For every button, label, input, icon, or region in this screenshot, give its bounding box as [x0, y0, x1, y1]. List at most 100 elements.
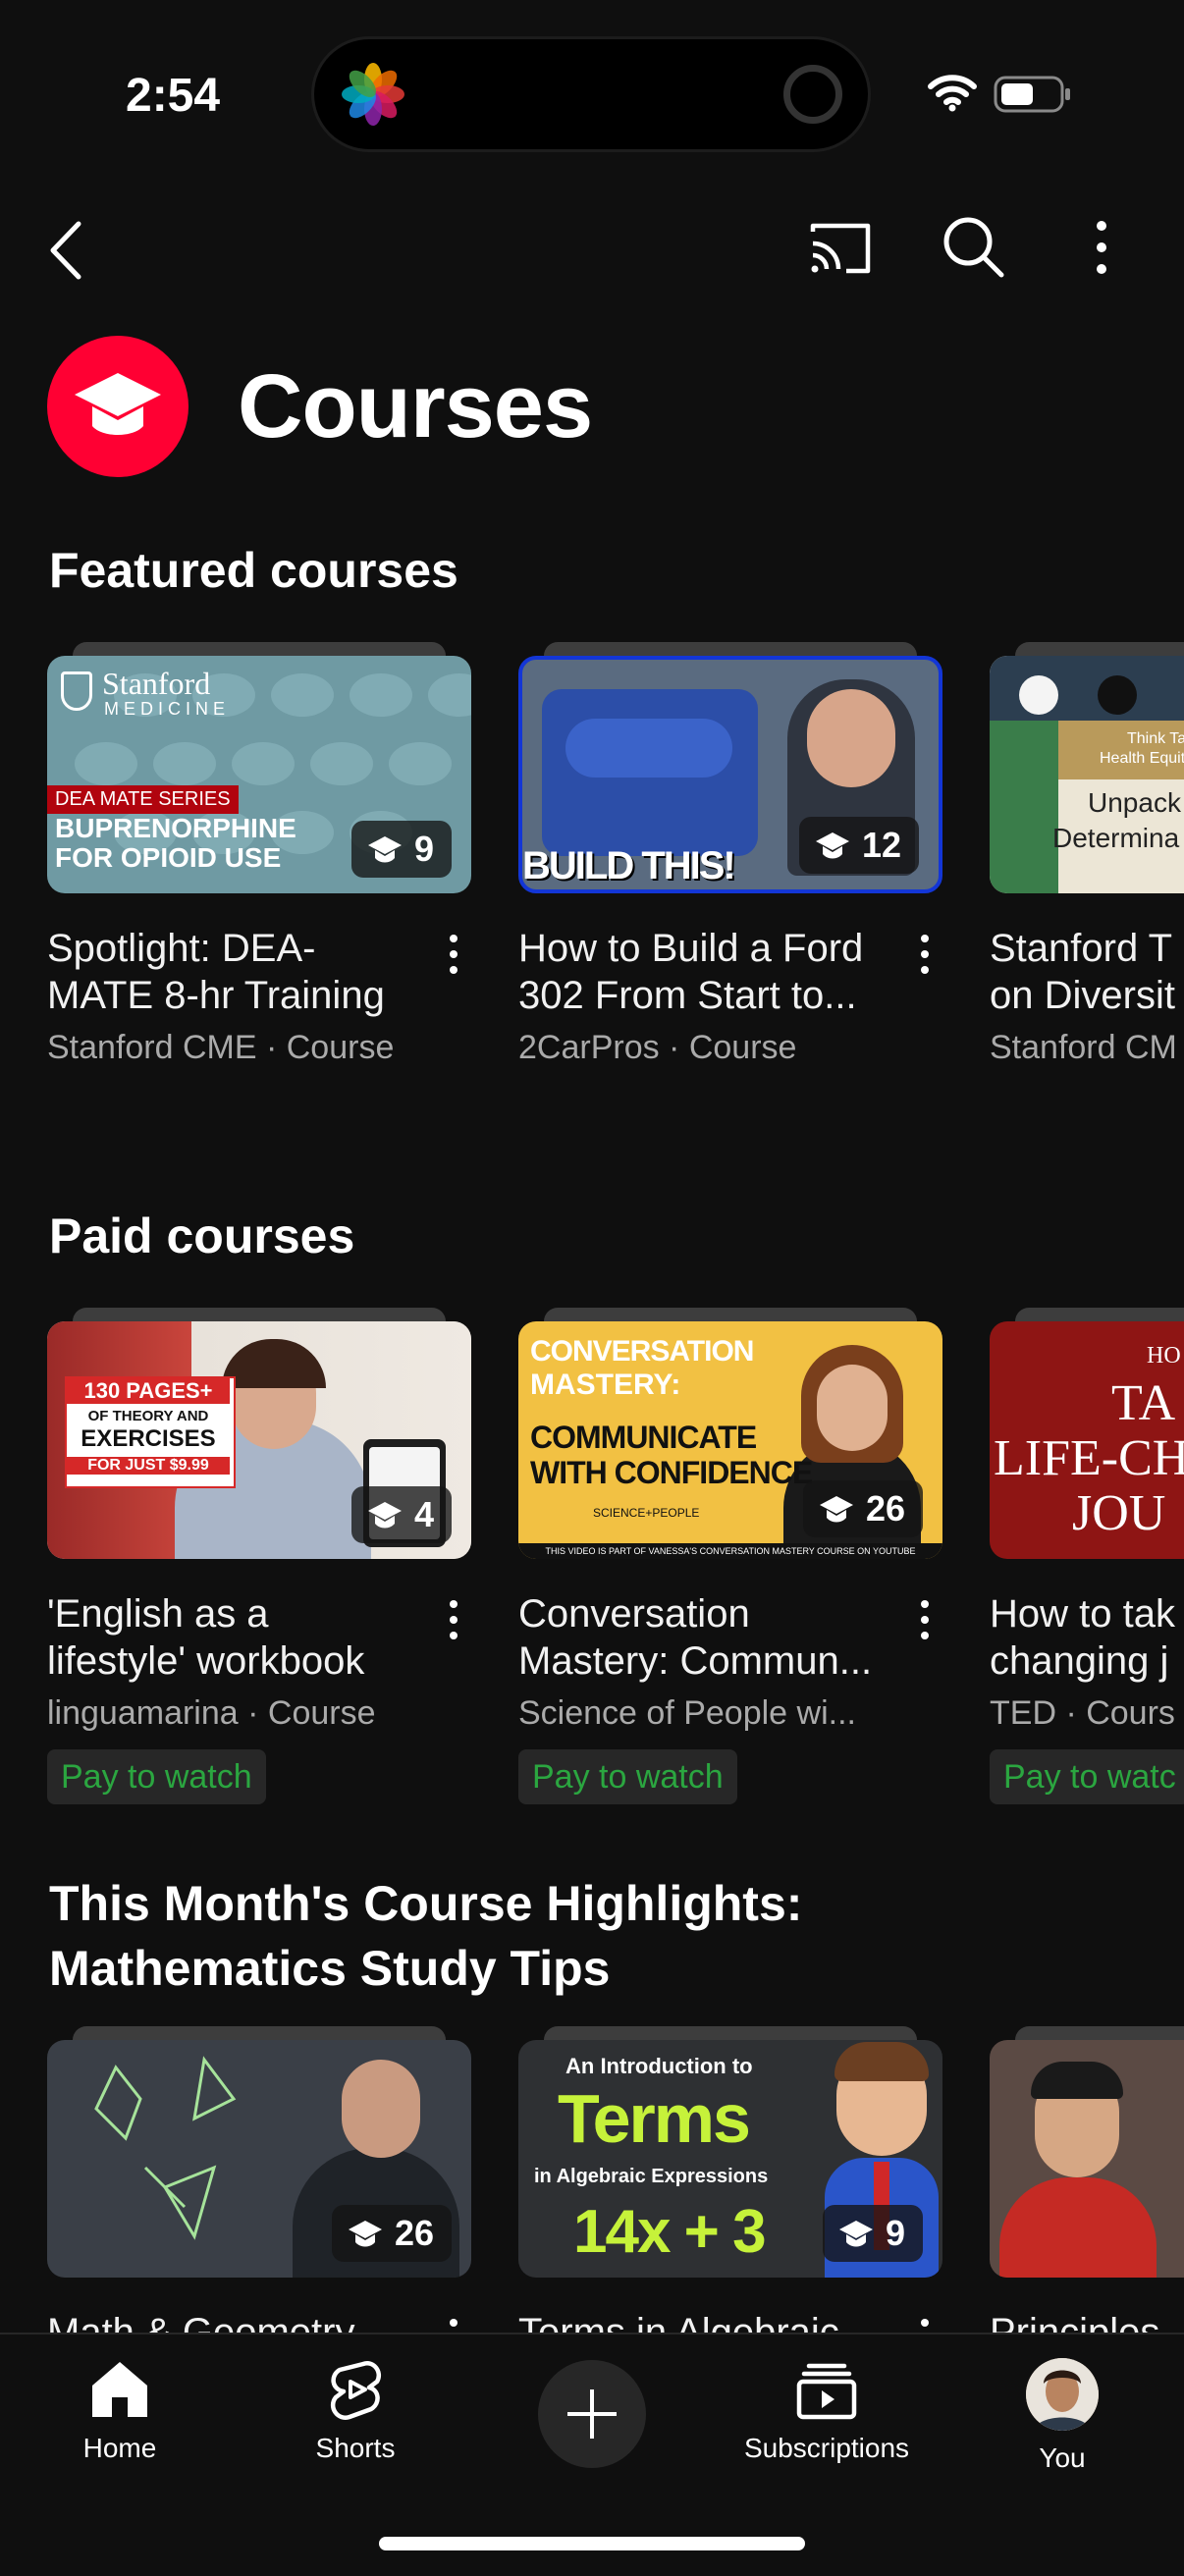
course-title[interactable]: Conversation Mastery: Commun...	[518, 1590, 901, 1685]
photos-app-icon	[342, 63, 404, 126]
course-title[interactable]: How to tak changing j	[990, 1590, 1184, 1685]
section-title-paid: Paid courses	[49, 1208, 355, 1263]
video-count-badge: 26	[331, 2205, 452, 2262]
video-count: 9	[885, 2213, 905, 2253]
pay-to-watch-badge: Pay to watch	[518, 1749, 737, 1804]
pay-to-watch-badge: Pay to watch	[47, 1749, 266, 1804]
course-title[interactable]: How to Build a Ford 302 From Start to...	[518, 925, 901, 1019]
cartoon-hair	[834, 2042, 929, 2081]
pattern-circle	[1019, 675, 1058, 715]
section-title-featured: Featured courses	[49, 543, 458, 598]
card-menu-icon[interactable]	[448, 1598, 459, 1641]
thumbnail-line2: FOR OPIOID USE	[55, 842, 282, 873]
video-count: 26	[865, 1488, 905, 1529]
thumbnail-line1: CONVERSATION	[530, 1335, 754, 1368]
promo-line2: OF THEORY AND	[87, 1408, 209, 1424]
create-icon[interactable]	[538, 2360, 646, 2468]
avatar-portrait	[1026, 2358, 1099, 2431]
thumbnail-tag: DEA MATE SERIES	[47, 785, 239, 814]
course-meta: 2CarPros · Course	[518, 1029, 797, 1066]
thumbnail-text: Unpack	[1088, 787, 1181, 818]
course-thumbnail[interactable]: HO TA LIFE-CH JOU	[990, 1321, 1184, 1559]
video-count-badge: 4	[350, 1486, 452, 1543]
thumbnail-line3: LIFE-CH	[994, 1430, 1184, 1486]
search-icon[interactable]	[941, 214, 1005, 279]
presenter-face	[807, 689, 895, 787]
course-meta: linguamarina · Course	[47, 1694, 376, 1732]
presenter-face	[342, 2060, 420, 2158]
course-title[interactable]: Spotlight: DEA- MATE 8-hr Training	[47, 925, 430, 1019]
course-meta: TED · Cours	[990, 1694, 1175, 1732]
pattern-band	[990, 656, 1184, 721]
wifi-icon	[928, 75, 977, 112]
thumbnail-text: Determina	[1052, 823, 1180, 853]
card-menu-icon[interactable]	[919, 1598, 931, 1641]
section-title-highlights: This Month's Course Highlights: Mathemat…	[49, 1876, 803, 1996]
course-thumbnail[interactable]: 130 PAGES+ OF THEORY AND EXERCISES FOR J…	[47, 1321, 471, 1559]
course-thumbnail[interactable]: An Introduction to Terms in Algebraic Ex…	[518, 2040, 942, 2278]
nav-label: Home	[82, 2433, 157, 2463]
promo-line1: 130 PAGES+	[67, 1378, 230, 1404]
avatar	[1026, 2358, 1099, 2431]
nav-label: Subscriptions	[743, 2433, 910, 2463]
promo-line4: FOR JUST $9.99	[67, 1457, 230, 1475]
course-cap-icon	[838, 2221, 873, 2247]
course-cap-icon	[815, 832, 849, 859]
courses-channel-icon	[47, 336, 188, 477]
video-count-badge: 9	[350, 821, 452, 878]
video-count: 12	[861, 825, 901, 865]
course-thumbnail[interactable]: BUILD THIS! 12	[518, 656, 942, 893]
video-count: 26	[394, 2213, 434, 2253]
thumbnail-logo: Stanford	[102, 666, 211, 701]
course-cap-icon	[367, 836, 402, 863]
course-title[interactable]: 'English as a lifestyle' workbook	[47, 1590, 430, 1685]
course-thumbnail[interactable]: CONVERSATION MASTERY: COMMUNICATE WITH C…	[518, 1321, 942, 1559]
activity-ring-icon	[783, 65, 842, 124]
thumbnail-text: Think Ta	[1127, 730, 1184, 747]
nav-label: Shorts	[315, 2433, 396, 2463]
thumbnail-logo-sub: MEDICINE	[104, 699, 231, 719]
nav-subscriptions[interactable]: Subscriptions	[728, 2358, 925, 2464]
thumbnail-text: Health Equit	[1100, 750, 1184, 767]
card-menu-icon[interactable]	[919, 933, 931, 976]
course-thumbnail[interactable]: 26	[47, 2040, 471, 2278]
thumbnail-caption: BUILD THIS!	[522, 844, 736, 887]
thumbnail-line2: Terms	[558, 2080, 751, 2157]
thumbnail-line2: MASTERY:	[530, 1368, 681, 1401]
thumbnail-line4: 14x + 3	[573, 2198, 767, 2266]
video-count-badge: 26	[802, 1480, 923, 1537]
nav-you[interactable]: You	[964, 2358, 1160, 2474]
page-title: Courses	[238, 356, 593, 456]
home-icon	[92, 2362, 147, 2417]
presenter-figure	[999, 2177, 1157, 2278]
status-time: 2:54	[126, 70, 221, 122]
video-count: 9	[413, 829, 434, 869]
course-cap-icon	[819, 1496, 853, 1523]
course-meta: Stanford CME · Course	[47, 1029, 395, 1066]
video-count: 4	[413, 1494, 434, 1534]
thumbnail-line4: JOU	[1072, 1485, 1166, 1541]
nav-home[interactable]: Home	[22, 2358, 218, 2464]
nav-shorts[interactable]: Shorts	[257, 2358, 454, 2464]
presenter-face-front	[817, 1365, 888, 1451]
cast-icon[interactable]	[807, 218, 874, 277]
course-title[interactable]: Stanford T on Diversit	[990, 925, 1184, 1019]
pattern-circle	[1098, 675, 1137, 715]
thumbnail-line3: in Algebraic Expressions	[534, 2166, 769, 2187]
course-meta: Science of People wi...	[518, 1694, 856, 1732]
presenter-hair	[1031, 2062, 1123, 2099]
more-options-icon[interactable]	[1080, 218, 1123, 277]
course-thumbnail[interactable]	[990, 2040, 1184, 2278]
card-menu-icon[interactable]	[448, 933, 459, 976]
course-thumbnail[interactable]: Think Ta Health Equit Unpack Determina	[990, 656, 1184, 893]
thumbnail-line4: WITH CONFIDENCE	[530, 1455, 813, 1490]
pattern-left	[990, 721, 1058, 893]
stanford-shield-icon	[61, 671, 92, 711]
back-arrow-icon[interactable]	[39, 216, 98, 285]
pay-to-watch-badge: Pay to watc	[990, 1749, 1184, 1804]
video-count-badge: 9	[822, 2205, 923, 2262]
video-count-badge: 12	[798, 817, 919, 874]
home-indicator[interactable]	[379, 2537, 805, 2550]
dynamic-island	[314, 39, 868, 149]
course-thumbnail[interactable]: Stanford MEDICINE DEA MATE SERIES BUPREN…	[47, 656, 471, 893]
